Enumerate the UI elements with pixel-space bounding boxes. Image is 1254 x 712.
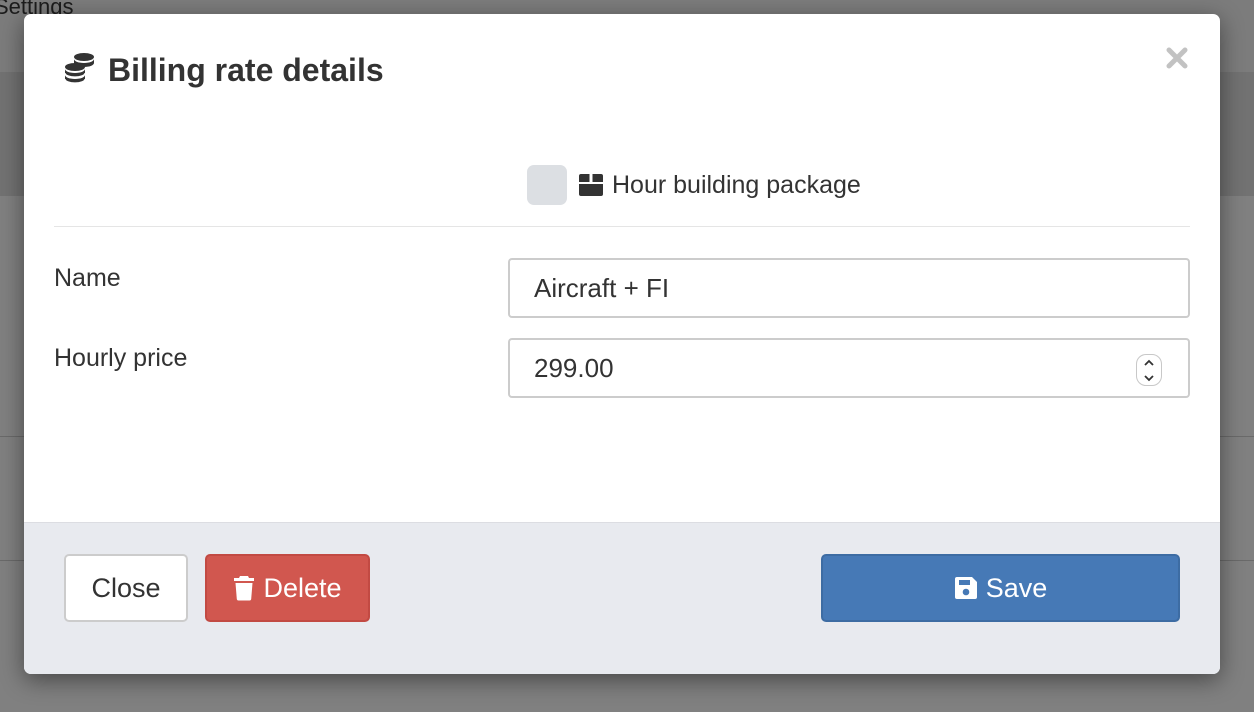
close-icon[interactable] [1164, 45, 1190, 71]
hour-building-package-checkbox[interactable] [527, 165, 567, 205]
close-button-label: Close [91, 572, 161, 603]
save-button[interactable]: Save [821, 554, 1180, 622]
hourly-price-input[interactable] [508, 338, 1190, 398]
delete-button-label: Delete [263, 572, 342, 603]
box-icon [578, 173, 604, 197]
name-label: Name [54, 264, 121, 292]
section-divider [54, 226, 1190, 227]
hour-building-package-label: Hour building package [612, 170, 861, 199]
name-input[interactable] [508, 258, 1190, 318]
chevron-down-icon[interactable] [1143, 372, 1155, 384]
hourly-price-label: Hourly price [54, 344, 188, 372]
modal-title: Billing rate details [108, 52, 384, 88]
close-button[interactable]: Close [64, 554, 188, 622]
hourly-price-stepper[interactable] [1136, 354, 1162, 386]
chevron-up-icon[interactable] [1143, 357, 1155, 369]
coins-icon [62, 50, 98, 91]
billing-rate-modal: Billing rate details Hour building packa… [24, 14, 1220, 674]
delete-button[interactable]: Delete [205, 554, 370, 622]
floppy-disk-icon [954, 576, 978, 600]
modal-header: Billing rate details [62, 50, 384, 91]
hour-building-package-toggle: Hour building package [527, 165, 861, 205]
trash-icon [233, 575, 255, 601]
save-button-label: Save [985, 572, 1048, 603]
